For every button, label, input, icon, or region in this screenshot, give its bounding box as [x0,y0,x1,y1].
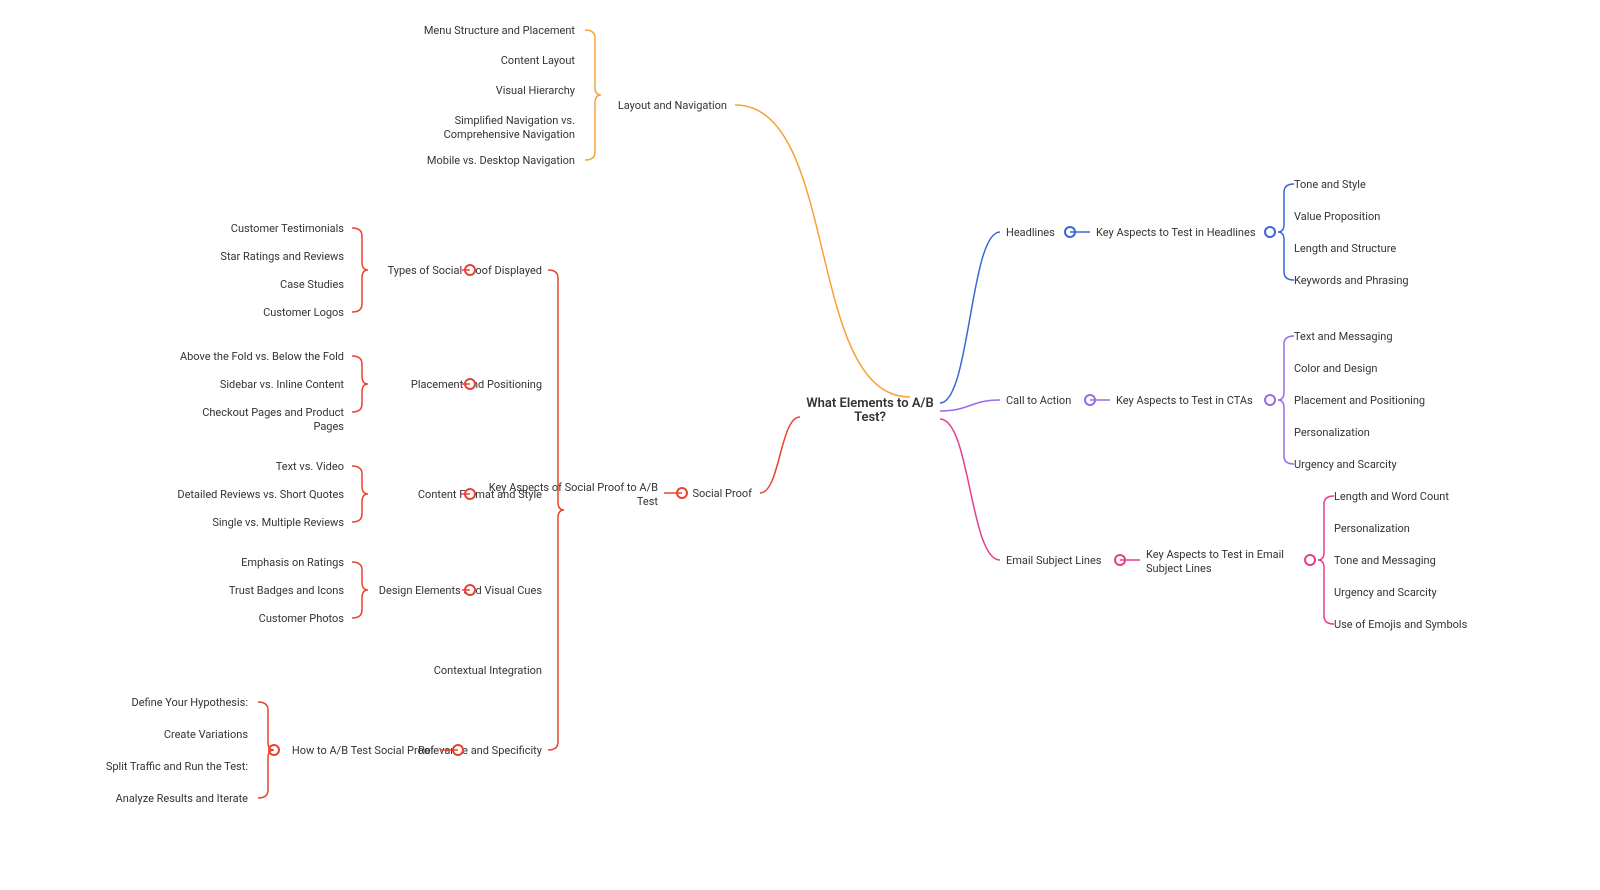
center-title: What Elements to A/BTest? [806,396,933,425]
howto-leaf: Split Traffic and Run the Test: [106,760,248,773]
email-item: Use of Emojis and Symbols [1334,618,1468,631]
layout-item: Content Layout [501,54,576,67]
social-leaf: Customer Photos [259,612,345,625]
headlines-item: Keywords and Phrasing [1294,274,1409,287]
cta-label: Call to Action [1006,394,1071,407]
social-leaf: Sidebar vs. Inline Content [220,378,345,391]
social-label: Social Proof [692,487,752,500]
howto-leaf: Define Your Hypothesis: [131,696,248,709]
layout-item: Visual Hierarchy [496,84,576,97]
headlines-item: Tone and Style [1294,178,1366,191]
social-group-label: Design Elements and Visual Cues [379,584,543,597]
headlines-label: Headlines [1006,226,1055,239]
cta-sub: Key Aspects to Test in CTAs [1116,394,1253,407]
social-leaf: Detailed Reviews vs. Short Quotes [177,488,344,501]
layout-label: Layout and Navigation [618,99,727,112]
social-leaf: Emphasis on Ratings [241,556,344,569]
layout-item: Simplified Navigation vs.Comprehensive N… [444,114,575,141]
email-sub-node[interactable] [1305,555,1315,565]
layout-item: Mobile vs. Desktop Navigation [427,154,575,167]
social-leaf: Customer Testimonials [231,222,345,235]
social-leaf: Case Studies [280,278,344,291]
social-leaf: Checkout Pages and ProductPages [202,406,344,433]
cta-item: Urgency and Scarcity [1294,458,1397,471]
howto-label: How to A/B Test Social Proof [292,744,434,757]
social-leaf: Single vs. Multiple Reviews [212,516,344,529]
headlines-sub-node[interactable] [1265,227,1275,237]
social-group-label: Content Format and Style [418,488,542,501]
layout-item: Menu Structure and Placement [424,24,576,37]
howto-leaf: Analyze Results and Iterate [116,792,249,805]
cta-item: Text and Messaging [1294,330,1393,343]
headlines-item: Length and Structure [1294,242,1396,255]
headlines-sub: Key Aspects to Test in Headlines [1096,226,1256,239]
cta-item: Color and Design [1294,362,1377,375]
social-leaf: Text vs. Video [276,460,344,473]
email-item: Length and Word Count [1334,490,1449,503]
email-item: Tone and Messaging [1334,554,1436,567]
cta-item: Placement and Positioning [1294,394,1425,407]
social-leaf: Customer Logos [263,306,344,319]
email-sub: Key Aspects to Test in EmailSubject Line… [1146,548,1284,575]
social-leaf: Star Ratings and Reviews [220,250,344,263]
social-group-label: Placement and Positioning [411,378,542,391]
email-item: Personalization [1334,522,1410,535]
social-leaf: Above the Fold vs. Below the Fold [180,350,344,363]
social-group-label: Relevance and Specificity [418,744,543,757]
social-leaf: Trust Badges and Icons [229,584,345,597]
cta-sub-node[interactable] [1265,395,1275,405]
headlines-item: Value Proposition [1294,210,1380,223]
email-item: Urgency and Scarcity [1334,586,1437,599]
social-group-label: Contextual Integration [434,664,542,677]
mindmap: What Elements to A/BTest? Headlines Key As… [0,0,1600,890]
cta-item: Personalization [1294,426,1370,439]
email-label: Email Subject Lines [1006,554,1102,567]
howto-leaf: Create Variations [164,728,249,741]
